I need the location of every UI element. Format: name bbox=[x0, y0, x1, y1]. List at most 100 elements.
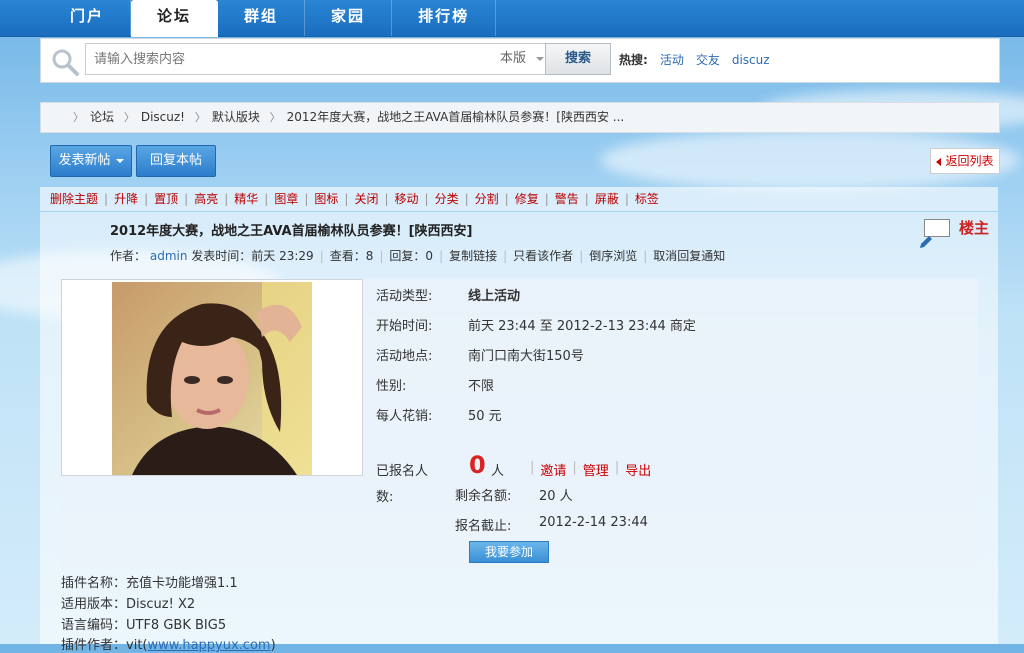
copy-link[interactable]: 复制链接 bbox=[449, 249, 497, 263]
divider: | bbox=[379, 249, 384, 263]
chevron-down-icon bbox=[536, 57, 544, 61]
mod-action[interactable]: 分类 bbox=[435, 192, 459, 206]
search-scope-select[interactable]: 本版 bbox=[496, 43, 549, 75]
hot-search-label: 热搜: bbox=[619, 53, 648, 67]
cost-value: 50 元 bbox=[468, 409, 502, 424]
hot-search-link[interactable]: 交友 bbox=[696, 51, 720, 68]
reverse-order-link[interactable]: 倒序浏览 bbox=[589, 249, 637, 263]
deadline-value: 2012-2-14 23:44 bbox=[539, 515, 648, 530]
cost-label: 每人花销: bbox=[376, 409, 433, 424]
search-bar: 本版 搜索 热搜: 活动 交友 discuz bbox=[40, 38, 1000, 83]
location-label: 活动地点: bbox=[376, 349, 433, 364]
mod-action[interactable]: 分割 bbox=[475, 192, 499, 206]
breadcrumb-item[interactable]: 默认版块 bbox=[212, 110, 260, 124]
tab-groups[interactable]: 群组 bbox=[218, 0, 306, 36]
nav-tabs: 门户 论坛 群组 家园 排行榜 bbox=[44, 0, 497, 37]
activity-type-label: 活动类型: bbox=[376, 289, 433, 304]
divider: | bbox=[504, 192, 509, 206]
divider: | bbox=[530, 460, 535, 475]
search-input[interactable] bbox=[86, 44, 502, 74]
plugin-name: 插件名称：充值卡功能增强1.1 bbox=[61, 576, 238, 591]
mod-action[interactable]: 屏蔽 bbox=[595, 192, 619, 206]
invite-link[interactable]: 邀请 bbox=[540, 460, 566, 479]
reply-button[interactable]: 回复本帖 bbox=[136, 145, 216, 177]
post: 2012年度大赛，战地之王AVA首届榆林队员参赛！[陕西西安] 楼主 作者： a… bbox=[40, 212, 998, 653]
divider: | bbox=[184, 192, 189, 206]
moderation-bar: 删除主题 | 升降 | 置顶 | 高亮 | 精华 | 图章 | 图标 | 关闭 | 移动 | 分类 | 分割 | 修复 | 警告… bbox=[40, 187, 998, 211]
view-count: 查看：8 bbox=[329, 249, 374, 263]
mod-action[interactable]: 警告 bbox=[555, 192, 579, 206]
divider: | bbox=[224, 192, 229, 206]
mod-action[interactable]: 标签 bbox=[635, 192, 659, 206]
divider: | bbox=[319, 249, 324, 263]
signed-up-count: 0 bbox=[469, 451, 486, 479]
search-button[interactable]: 搜索 bbox=[545, 43, 611, 75]
reply-count: 回复：0 bbox=[389, 249, 434, 263]
hot-search-link[interactable]: discuz bbox=[732, 53, 770, 67]
remaining-value: 20 人 bbox=[539, 489, 573, 504]
breadcrumb-separator: 〉 bbox=[269, 111, 281, 124]
activity-type-value: 线上活动 bbox=[468, 289, 521, 304]
mod-action[interactable]: 图章 bbox=[274, 192, 298, 206]
divider: | bbox=[144, 192, 149, 206]
tab-forum[interactable]: 论坛 bbox=[131, 0, 219, 37]
breadcrumb-item[interactable]: 2012年度大赛，战地之王AVA首届榆林队员参赛！[陕西西安 ... bbox=[287, 110, 625, 124]
remaining-label: 剩余名额: bbox=[455, 489, 512, 504]
search-box bbox=[85, 43, 502, 75]
mod-action[interactable]: 图标 bbox=[314, 192, 338, 206]
floor-label: 楼主 bbox=[959, 219, 990, 237]
divider: | bbox=[643, 249, 648, 263]
start-time-value: 前天 23:44 至 2012-2-13 23:44 商定 bbox=[468, 319, 696, 334]
only-author-link[interactable]: 只看该作者 bbox=[513, 249, 573, 263]
mod-action[interactable]: 升降 bbox=[114, 192, 138, 206]
tab-portal[interactable]: 门户 bbox=[44, 0, 132, 36]
divider: | bbox=[264, 192, 269, 206]
plugin-author-name: vit( bbox=[126, 638, 148, 653]
hot-search-link[interactable]: 活动 bbox=[660, 51, 684, 68]
divider: | bbox=[104, 192, 109, 206]
breadcrumb-item[interactable]: Discuz! bbox=[141, 110, 185, 124]
breadcrumb-separator: 〉 bbox=[123, 111, 135, 124]
search-icon bbox=[52, 49, 79, 76]
mod-action[interactable]: 精华 bbox=[234, 192, 258, 206]
plugin-encoding: 语言编码：UTF8 GBK BIG5 bbox=[61, 618, 227, 633]
cancel-notify-link[interactable]: 取消回复通知 bbox=[653, 249, 725, 263]
tab-home[interactable]: 家园 bbox=[305, 0, 393, 36]
signed-up-label: 已报名人数: bbox=[376, 464, 429, 505]
divider: | bbox=[304, 192, 309, 206]
signed-up-unit: 人 bbox=[491, 464, 505, 479]
divider: | bbox=[579, 249, 584, 263]
breadcrumb-separator: 〉 bbox=[73, 111, 84, 124]
join-button[interactable]: 我要参加 bbox=[469, 541, 549, 563]
divider: | bbox=[464, 192, 469, 206]
breadcrumb-item[interactable]: 论坛 bbox=[90, 110, 114, 124]
mod-action[interactable]: 删除主题 bbox=[50, 192, 98, 206]
plugin-version: 适用版本：Discuz! X2 bbox=[61, 597, 196, 612]
start-time-label: 开始时间: bbox=[376, 319, 433, 334]
activity-image-frame bbox=[61, 279, 363, 476]
search-scope-label: 本版 bbox=[500, 51, 527, 66]
mod-action[interactable]: 关闭 bbox=[354, 192, 378, 206]
manage-link[interactable]: 管理 bbox=[583, 460, 609, 479]
edit-pen-icon[interactable] bbox=[918, 234, 934, 250]
divider: | bbox=[384, 192, 389, 206]
divider: | bbox=[424, 192, 429, 206]
divider: | bbox=[584, 192, 589, 206]
divider: | bbox=[614, 460, 620, 475]
mod-action[interactable]: 修复 bbox=[515, 192, 539, 206]
plugin-author-link[interactable]: www.happyux.com bbox=[148, 638, 271, 653]
post-title: 2012年度大赛，战地之王AVA首届榆林队员参赛！[陕西西安] bbox=[110, 224, 473, 239]
activity-panel: 活动类型: 线上活动 开始时间: 前天 23:44 至 2012-2-13 23… bbox=[61, 279, 978, 569]
mod-action[interactable]: 置顶 bbox=[154, 192, 178, 206]
author-link[interactable]: admin bbox=[150, 249, 188, 263]
tab-ranking[interactable]: 排行榜 bbox=[392, 0, 497, 36]
deadline-label: 报名截止: bbox=[455, 519, 512, 534]
plugin-author-prefix: 插件作者： bbox=[61, 638, 127, 653]
top-nav: 门户 论坛 群组 家园 排行榜 bbox=[0, 0, 1024, 37]
mod-action[interactable]: 高亮 bbox=[194, 192, 218, 206]
back-to-list-button[interactable]: 返回列表 bbox=[930, 148, 1000, 174]
new-post-button[interactable]: 发表新帖 bbox=[50, 145, 132, 177]
post-time: 发表时间：前天 23:29 bbox=[191, 249, 314, 263]
mod-action[interactable]: 移动 bbox=[395, 192, 419, 206]
export-link[interactable]: 导出 bbox=[625, 460, 651, 479]
